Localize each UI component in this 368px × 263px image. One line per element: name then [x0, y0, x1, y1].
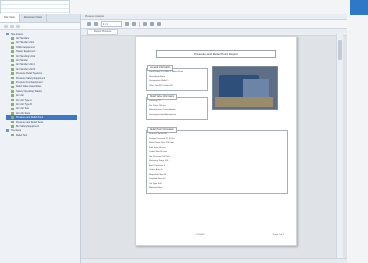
- document-tabs: Report Pressure: [81, 29, 347, 36]
- last-page-icon[interactable]: [132, 22, 136, 26]
- photo-shape: [215, 97, 273, 107]
- field-line: Material Steel: [149, 187, 163, 189]
- table-row: [1, 9, 69, 13]
- field-line: Inlet Size 50 mm: [149, 146, 166, 149]
- item-icon: [11, 72, 14, 75]
- scrollbar-thumb[interactable]: [338, 40, 342, 60]
- tab-report[interactable]: Report Pressure: [87, 29, 119, 35]
- report-page: Pressure and Relief Point Report General…: [135, 36, 297, 246]
- item-icon: [11, 133, 14, 137]
- item-icon: [11, 46, 14, 49]
- field-line: Required Flow 25: [149, 173, 167, 176]
- item-icon: [11, 50, 14, 54]
- general-info-section: General Information Point Name P-Chiller…: [146, 65, 208, 91]
- explorer-toolbar: [0, 23, 80, 30]
- zoom-icon[interactable]: [157, 22, 161, 26]
- field-line: Relief Valve Size 100 mm: [149, 142, 174, 144]
- report-footer-page: Page 1 of 1: [272, 234, 284, 236]
- vertical-scrollbar[interactable]: [336, 34, 343, 261]
- page-number-field[interactable]: 1 / 1: [101, 21, 122, 27]
- prev-page-icon[interactable]: [94, 22, 98, 26]
- field-line: Process Service A: [149, 133, 167, 135]
- relief-valve-section: Relief Valve Information Capacity 10 Set…: [146, 94, 208, 120]
- field-line: Outlet Size 80 mm: [149, 151, 167, 153]
- tab-document-view[interactable]: Document View: [20, 14, 47, 22]
- item-icon: [11, 120, 14, 124]
- item-icon: [11, 68, 14, 71]
- explorer-panel: Site View Document View Site Assets Air …: [0, 14, 81, 263]
- item-icon: [11, 63, 14, 67]
- back-icon[interactable]: [4, 24, 8, 28]
- item-icon: [11, 116, 14, 119]
- folder-icon: [6, 129, 9, 133]
- field-line: Relieving Temp 120: [149, 160, 169, 162]
- item-icon: [11, 107, 14, 111]
- item-icon: [11, 103, 14, 106]
- report-viewer-window: Pressure Analysis 1 / 1 Report Pressure …: [80, 14, 347, 263]
- item-icon: [11, 85, 14, 89]
- item-icon: [11, 41, 14, 45]
- export-icon[interactable]: [150, 22, 154, 26]
- field-line: Lift Type Full: [149, 182, 162, 185]
- field-line: Capacity 10: [149, 100, 161, 102]
- folder-icon: [6, 32, 9, 36]
- item-icon: [11, 59, 14, 62]
- refresh-icon[interactable]: [16, 24, 20, 28]
- forward-icon[interactable]: [10, 24, 14, 28]
- field-line: Manufacturer Consolidated: [149, 109, 176, 111]
- relief-point-details-section: Relief Point Information Process Service…: [146, 127, 288, 194]
- field-line: Set Point 150 psi: [149, 104, 166, 107]
- item-icon: [11, 125, 14, 128]
- item-icon: [11, 94, 14, 97]
- item-icon: [11, 81, 14, 84]
- viewer-toolbar: 1 / 1: [81, 20, 347, 29]
- field-line: Design Pressure 21.5 kPa: [149, 137, 175, 140]
- field-line: Discharge Pipe Atmosphere: [149, 113, 177, 116]
- field-line: Valve Tag RV-Chiller-001: [149, 84, 174, 87]
- tab-site-view[interactable]: Site View: [0, 14, 20, 22]
- equipment-photo: [212, 66, 278, 110]
- tree-item[interactable]: Relief Test: [6, 133, 77, 137]
- next-page-icon[interactable]: [125, 22, 129, 26]
- status-bar: [81, 258, 347, 263]
- print-icon[interactable]: [143, 22, 147, 26]
- photo-shape: [243, 79, 269, 99]
- item-icon: [11, 76, 14, 80]
- field-line: Orifice Area D: [149, 169, 163, 171]
- field-line: Set Pressure 100 kPa: [149, 155, 171, 158]
- report-footer-date: 1/1/2024: [196, 234, 205, 236]
- asset-tree: Site Assets Air Handlers Air Handler Uni…: [0, 30, 80, 137]
- toolbar-divider: [139, 21, 140, 27]
- field-line: Plant Area North: [149, 75, 166, 78]
- background-window: [350, 0, 368, 15]
- field-line: Designation Relief 1: [149, 80, 169, 82]
- item-icon: [11, 111, 14, 115]
- explorer-tabs: Site View Document View: [0, 14, 80, 23]
- first-page-icon[interactable]: [87, 22, 91, 26]
- report-title: Pressure and Relief Point Report: [156, 50, 276, 58]
- item-icon: [11, 98, 14, 102]
- field-line: Certified Flow 30: [149, 178, 166, 180]
- field-line: Back Pressure 0: [149, 164, 166, 167]
- item-icon: [11, 37, 14, 40]
- field-line: Point Name P-Chiller 1 Relief Point: [149, 71, 184, 73]
- window-title: Pressure Analysis: [85, 15, 104, 18]
- item-icon: [11, 89, 14, 93]
- item-icon: [11, 54, 14, 58]
